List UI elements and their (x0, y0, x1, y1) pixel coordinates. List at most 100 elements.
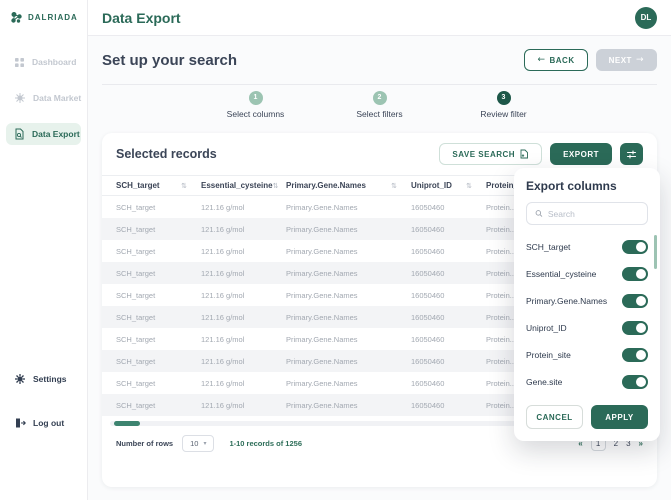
save-search-button[interactable]: SAVE SEARCH (439, 143, 543, 165)
column-search-input[interactable] (547, 208, 639, 219)
table-cell: 16050460 (411, 246, 445, 256)
step-review-filter[interactable]: 3 Review filter (461, 91, 547, 127)
rows-per-page-select[interactable]: 10 ▾ (182, 435, 215, 452)
toggle-knob (636, 268, 646, 279)
sidebar-item-label: Settings (33, 374, 67, 384)
column-settings-button[interactable] (620, 143, 643, 165)
export-columns-panel: Export columns SCH_target Essential_cyste… (514, 168, 660, 441)
table-cell: Primary.Gene.Names (286, 246, 358, 256)
column-toggle-label: SCH_target (526, 241, 571, 252)
panel-scrollbar[interactable] (654, 235, 657, 269)
toggle-switch-sch-target[interactable] (622, 239, 648, 254)
column-toggle-label: Essential_cysteine (526, 268, 597, 279)
table-cell: Primary.Gene.Names (286, 290, 358, 300)
sidebar-item-settings[interactable]: Settings (6, 368, 81, 390)
next-arrow-icon: → (635, 55, 644, 65)
file-export-icon (14, 128, 25, 140)
table-cell: Primary.Gene.Names (286, 312, 358, 322)
cancel-button-label: CANCEL (536, 412, 573, 422)
toggle-knob (636, 376, 646, 387)
cancel-button[interactable]: CANCEL (526, 405, 583, 429)
step-number-badge: 3 (496, 91, 511, 105)
table-cell: Primary.Gene.Names (286, 378, 358, 388)
search-icon (535, 210, 543, 217)
export-button[interactable]: EXPORT (550, 143, 612, 165)
toggle-knob (636, 322, 646, 333)
records-range-info: 1-10 records of 1256 (229, 439, 302, 448)
main-area: Data Export DL Set up your search ← BACK… (88, 0, 671, 500)
logout-icon (14, 417, 26, 429)
wizard-actions: ← BACK NEXT → (524, 49, 657, 71)
scrollbar-thumb[interactable] (114, 421, 140, 426)
column-header-sch-target[interactable]: SCH_target ⇅ (116, 181, 201, 190)
table-cell: Primary.Gene.Names (286, 400, 358, 410)
sort-icon[interactable]: ⇅ (466, 182, 472, 190)
sidebar-item-dashboard[interactable]: Dashboard (6, 51, 81, 73)
molecule-logo-icon (11, 12, 22, 23)
column-toggle-row-primary-gene-names: Primary.Gene.Names (526, 287, 648, 314)
column-toggle-row-sch-target: SCH_target (526, 233, 648, 260)
table-cell: 121.16 g/mol (201, 224, 245, 234)
sort-icon[interactable]: ⇅ (391, 182, 397, 190)
apply-button[interactable]: APPLY (591, 405, 648, 429)
table-cell: 121.16 g/mol (201, 400, 245, 410)
section-heading: Set up your search (102, 51, 238, 69)
sidebar-item-label: Data Export (32, 129, 80, 139)
sidebar-item-log-out[interactable]: Log out (6, 412, 81, 434)
toggle-switch-gene-site[interactable] (622, 374, 648, 389)
step-number-badge: 1 (248, 91, 263, 105)
column-header-label: Essential_cysteine (201, 181, 273, 190)
table-cell: 16050460 (411, 202, 445, 212)
table-cell: SCH_target (116, 312, 156, 322)
table-cell: 16050460 (411, 378, 445, 388)
table-cell: 121.16 g/mol (201, 334, 245, 344)
column-toggle-label: Uniprot_ID (526, 322, 567, 333)
table-cell: SCH_target (116, 400, 156, 410)
sort-icon[interactable]: ⇅ (273, 182, 279, 190)
brand-logo: DALRIADA (0, 0, 87, 25)
table-cell: SCH_target (116, 334, 156, 344)
column-header-essential-cysteine[interactable]: Essential_cysteine ⇅ (201, 181, 286, 190)
brand-name: DALRIADA (28, 13, 78, 22)
column-toggle-label: Protein_site (526, 349, 571, 360)
column-header-label: SCH_target (116, 181, 160, 190)
table-cell: 16050460 (411, 334, 445, 344)
table-cell: 16050460 (411, 290, 445, 300)
export-button-label: EXPORT (563, 149, 599, 159)
sidebar: DALRIADA Dashboard Data Market Data Export… (0, 0, 88, 500)
step-label: Select columns (226, 109, 285, 119)
step-select-columns[interactable]: 1 Select columns (213, 91, 299, 127)
export-panel-title: Export columns (526, 179, 617, 193)
table-cell: 16050460 (411, 268, 445, 278)
table-cell: Primary.Gene.Names (286, 356, 358, 366)
toggle-switch-protein-site[interactable] (622, 347, 648, 362)
toggle-switch-uniprot-id[interactable] (622, 320, 648, 335)
table-cell: 121.16 g/mol (201, 356, 245, 366)
table-cell: Primary.Gene.Names (286, 202, 358, 212)
table-cell: 121.16 g/mol (201, 312, 245, 322)
next-button[interactable]: NEXT → (595, 49, 657, 71)
back-button[interactable]: ← BACK (524, 49, 588, 71)
toggle-switch-primary-gene-names[interactable] (622, 293, 648, 308)
wizard-stepper: 1 Select columns 2 Select filters 3 Review fi… (88, 85, 671, 127)
table-cell: 121.16 g/mol (201, 246, 245, 256)
table-cell: 121.16 g/mol (201, 378, 245, 388)
table-cell: 16050460 (411, 312, 445, 322)
table-cell: SCH_target (116, 290, 156, 300)
step-select-filters[interactable]: 2 Select filters (337, 91, 423, 127)
column-header-uniprot-id[interactable]: Uniprot_ID ⇅ (411, 181, 486, 190)
table-cell: 16050460 (411, 224, 445, 234)
table-cell: SCH_target (116, 202, 156, 212)
sidebar-item-data-market[interactable]: Data Market (6, 87, 81, 109)
toggle-switch-essential-cysteine[interactable] (622, 266, 648, 281)
app-root: DALRIADA Dashboard Data Market Data Export… (0, 0, 671, 500)
sort-icon[interactable]: ⇅ (181, 182, 187, 190)
toggle-knob (636, 349, 646, 360)
table-cell: SCH_target (116, 378, 156, 388)
step-number-badge: 2 (372, 91, 387, 105)
table-cell: Primary.Gene.Names (286, 224, 358, 234)
sidebar-item-data-export[interactable]: Data Export (6, 123, 81, 145)
avatar[interactable]: DL (635, 6, 657, 29)
back-arrow-icon: ← (537, 55, 546, 65)
column-header-primary-gene-names[interactable]: Primary.Gene.Names ⇅ (286, 181, 411, 190)
